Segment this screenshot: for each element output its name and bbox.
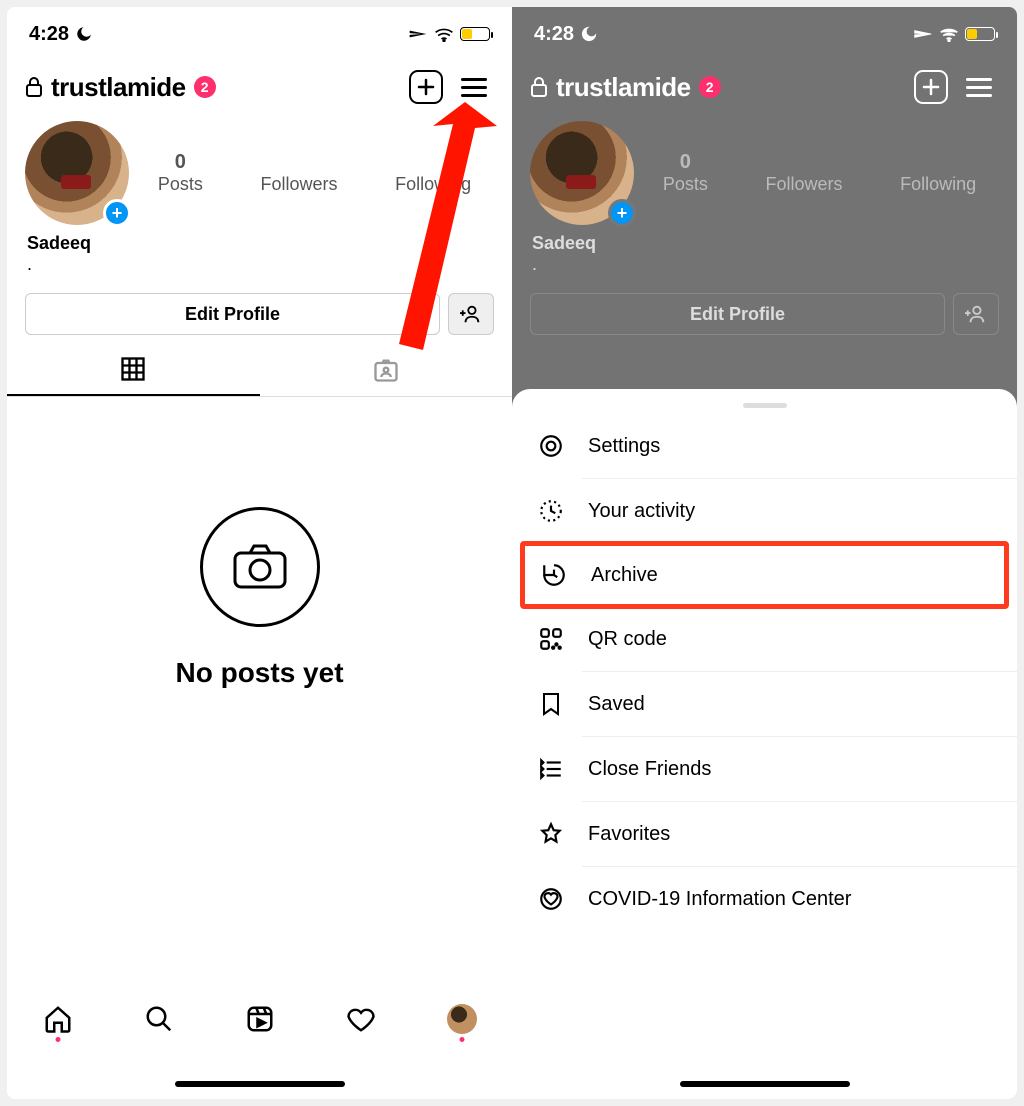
heart-icon	[346, 1004, 376, 1034]
nav-home[interactable]	[43, 1004, 73, 1034]
wifi-icon	[434, 26, 454, 42]
menu-item-label: Settings	[588, 435, 660, 458]
status-time: 4:28	[29, 23, 69, 46]
reels-icon	[245, 1004, 275, 1034]
nav-search[interactable]	[144, 1004, 174, 1034]
menu-button[interactable]	[454, 67, 494, 107]
search-icon	[144, 1004, 174, 1034]
moon-icon	[75, 25, 93, 43]
add-person-icon	[965, 303, 987, 325]
avatar: +	[530, 121, 634, 225]
menu-icon	[536, 886, 566, 912]
home-icon	[43, 1004, 73, 1034]
screenshot-left: 4:28 trustlamide 2	[7, 7, 512, 1099]
menu-item-label: Archive	[591, 564, 658, 587]
discover-people-button	[953, 293, 999, 335]
nav-profile[interactable]	[447, 1004, 477, 1034]
camera-icon	[232, 543, 288, 591]
add-story-button[interactable]: +	[103, 199, 131, 227]
home-indicator[interactable]	[175, 1081, 345, 1087]
add-story-button: +	[608, 199, 636, 227]
status-bar: 4:28	[7, 7, 512, 61]
menu-icon	[536, 756, 566, 782]
menu-icon	[536, 626, 566, 652]
wifi-icon	[939, 26, 959, 42]
status-time: 4:28	[534, 23, 574, 46]
menu-button	[959, 67, 999, 107]
no-posts-label: No posts yet	[7, 657, 512, 689]
airplane-icon	[408, 24, 428, 44]
menu-icon	[536, 433, 566, 459]
create-button[interactable]	[406, 67, 446, 107]
menu-item-label: COVID-19 Information Center	[588, 888, 851, 911]
status-bar: 4:28	[512, 7, 1017, 61]
menu-item-label: QR code	[588, 628, 667, 651]
profile-header: trustlamide 2	[512, 61, 1017, 111]
battery-icon	[460, 27, 490, 41]
menu-item-qr-code[interactable]: QR code	[512, 607, 1017, 671]
stat-followers[interactable]: Followers	[260, 151, 337, 195]
airplane-icon	[913, 24, 933, 44]
screenshot-right: 4:28 trustlamide 2 +	[512, 7, 1017, 1099]
menu-item-your-activity[interactable]: Your activity	[512, 479, 1017, 543]
edit-profile-button[interactable]: Edit Profile	[25, 293, 440, 335]
menu-item-settings[interactable]: Settings	[512, 414, 1017, 478]
menu-item-label: Close Friends	[588, 758, 711, 781]
home-indicator[interactable]	[680, 1081, 850, 1087]
avatar-icon	[447, 1004, 477, 1034]
menu-icon	[536, 821, 566, 847]
lock-icon	[25, 76, 43, 98]
profile-stats: + 0Posts Followers Following	[512, 111, 1017, 231]
menu-icon	[539, 562, 569, 588]
menu-item-archive[interactable]: Archive	[520, 541, 1009, 609]
menu-sheet: Settings Your activity Archive QR code Saved…	[512, 389, 1017, 1099]
menu-item-close-friends[interactable]: Close Friends	[512, 737, 1017, 801]
create-button	[911, 67, 951, 107]
username[interactable]: trustlamide	[51, 72, 186, 103]
annotation-arrow	[387, 102, 507, 362]
nav-reels[interactable]	[245, 1004, 275, 1034]
menu-icon	[536, 691, 566, 717]
bottom-nav	[7, 989, 512, 1049]
notification-badge[interactable]: 2	[194, 76, 216, 98]
lock-icon	[530, 76, 548, 98]
stat-posts[interactable]: 0 Posts	[158, 151, 203, 195]
menu-item-saved[interactable]: Saved	[512, 672, 1017, 736]
edit-profile-button: Edit Profile	[530, 293, 945, 335]
username: trustlamide	[556, 72, 691, 103]
battery-icon	[965, 27, 995, 41]
moon-icon	[580, 25, 598, 43]
tab-grid[interactable]	[7, 343, 260, 396]
menu-item-covid-19-information-center[interactable]: COVID-19 Information Center	[512, 867, 1017, 931]
sheet-grabber[interactable]	[743, 403, 787, 408]
display-name: Sadeeq	[512, 231, 1017, 254]
notification-badge: 2	[699, 76, 721, 98]
grid-icon	[119, 355, 147, 383]
menu-item-favorites[interactable]: Favorites	[512, 802, 1017, 866]
avatar[interactable]: +	[25, 121, 129, 225]
nav-activity[interactable]	[346, 1004, 376, 1034]
bio: .	[512, 254, 1017, 285]
menu-item-label: Your activity	[588, 500, 695, 523]
menu-item-label: Favorites	[588, 823, 670, 846]
menu-icon	[536, 498, 566, 524]
empty-state: No posts yet	[7, 397, 512, 729]
menu-item-label: Saved	[588, 693, 645, 716]
